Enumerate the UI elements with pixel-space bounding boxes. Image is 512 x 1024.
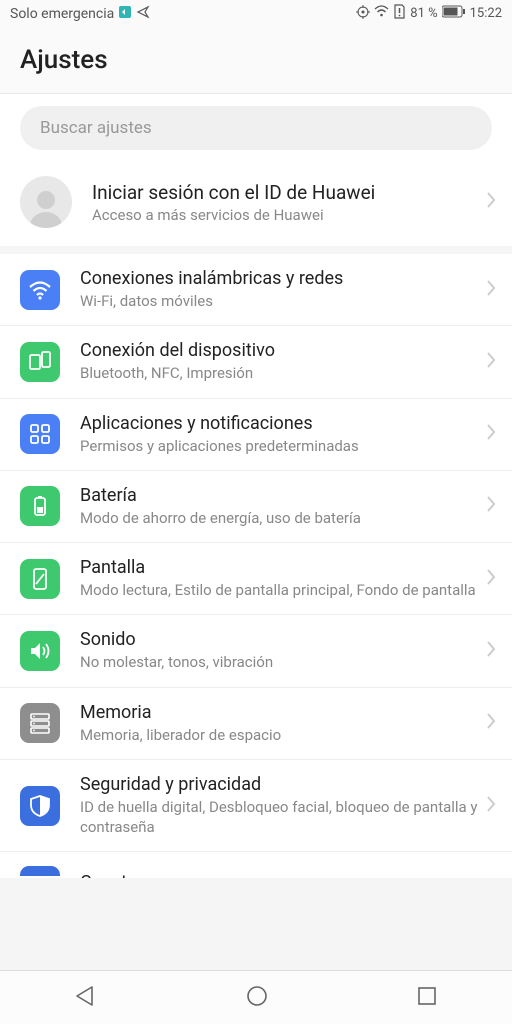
settings-item[interactable]: Seguridad y privacidadID de huella digit… bbox=[0, 760, 512, 853]
avatar bbox=[20, 176, 72, 228]
item-title: Seguridad y privacidad bbox=[80, 774, 486, 795]
settings-item-partial[interactable]: Cuentas bbox=[0, 852, 512, 878]
chevron-right-icon bbox=[486, 568, 496, 590]
item-title: Pantalla bbox=[80, 557, 486, 578]
battery-icon bbox=[20, 486, 60, 526]
status-bar: Solo emergencia 81 % 15:22 bbox=[0, 0, 512, 27]
settings-item[interactable]: Aplicaciones y notificacionesPermisos y … bbox=[0, 399, 512, 471]
apps-icon bbox=[20, 414, 60, 454]
nav-recent-button[interactable] bbox=[416, 985, 438, 1011]
settings-item[interactable]: Conexiones inalámbricas y redesWi-Fi, da… bbox=[0, 254, 512, 326]
display-icon bbox=[20, 559, 60, 599]
item-subtitle: No molestar, tonos, vibración bbox=[80, 652, 486, 672]
chevron-right-icon bbox=[486, 495, 496, 517]
status-send-icon bbox=[136, 5, 150, 23]
page-title: Ajustes bbox=[20, 45, 492, 75]
time-label: 15:22 bbox=[470, 6, 502, 21]
item-title: Batería bbox=[80, 485, 486, 506]
item-title: Cuentas bbox=[80, 872, 496, 878]
chevron-right-icon bbox=[486, 640, 496, 662]
settings-item[interactable]: BateríaModo de ahorro de energía, uso de… bbox=[0, 471, 512, 543]
item-subtitle: Memoria, liberador de espacio bbox=[80, 725, 486, 745]
item-title: Sonido bbox=[80, 629, 486, 650]
sim-alert-icon bbox=[393, 4, 406, 23]
nav-back-button[interactable] bbox=[74, 984, 98, 1012]
item-subtitle: Bluetooth, NFC, Impresión bbox=[80, 363, 486, 383]
settings-item[interactable]: MemoriaMemoria, liberador de espacio bbox=[0, 688, 512, 760]
item-title: Aplicaciones y notificaciones bbox=[80, 413, 486, 434]
carrier-label: Solo emergencia bbox=[10, 6, 114, 22]
item-subtitle: Modo de ahorro de energía, uso de baterí… bbox=[80, 508, 486, 528]
accounts-icon bbox=[20, 866, 60, 876]
battery-pct-label: 81 % bbox=[410, 6, 437, 21]
settings-item[interactable]: Conexión del dispositivoBluetooth, NFC, … bbox=[0, 326, 512, 398]
nav-home-button[interactable] bbox=[245, 984, 269, 1012]
battery-icon bbox=[442, 5, 466, 22]
item-subtitle: Permisos y aplicaciones predeterminadas bbox=[80, 436, 486, 456]
page-header: Ajustes bbox=[0, 27, 512, 93]
item-title: Memoria bbox=[80, 702, 486, 723]
chevron-right-icon bbox=[486, 712, 496, 734]
chevron-right-icon bbox=[486, 279, 496, 301]
settings-item[interactable]: SonidoNo molestar, tonos, vibración bbox=[0, 615, 512, 687]
chevron-right-icon bbox=[486, 351, 496, 373]
item-subtitle: Modo lectura, Estilo de pantalla princip… bbox=[80, 580, 486, 600]
wifi-icon bbox=[374, 4, 389, 23]
location-icon bbox=[356, 5, 370, 23]
item-subtitle: Wi-Fi, datos móviles bbox=[80, 291, 486, 311]
account-title: Iniciar sesión con el ID de Huawei bbox=[92, 181, 486, 204]
nav-bar bbox=[0, 970, 512, 1024]
device-icon bbox=[20, 342, 60, 382]
item-title: Conexiones inalámbricas y redes bbox=[80, 268, 486, 289]
account-subtitle: Acceso a más servicios de Huawei bbox=[92, 206, 486, 224]
chevron-right-icon bbox=[486, 795, 496, 817]
item-title: Conexión del dispositivo bbox=[80, 340, 486, 361]
security-icon bbox=[20, 786, 60, 826]
sound-icon bbox=[20, 631, 60, 671]
chevron-right-icon bbox=[486, 423, 496, 445]
item-subtitle: ID de huella digital, Desbloqueo facial,… bbox=[80, 797, 486, 838]
status-badge-icon bbox=[118, 5, 132, 23]
account-login-row[interactable]: Iniciar sesión con el ID de Huawei Acces… bbox=[0, 162, 512, 254]
chevron-right-icon bbox=[486, 191, 496, 213]
wifi-icon bbox=[20, 270, 60, 310]
storage-icon bbox=[20, 703, 60, 743]
settings-list: Conexiones inalámbricas y redesWi-Fi, da… bbox=[0, 254, 512, 852]
settings-item[interactable]: PantallaModo lectura, Estilo de pantalla… bbox=[0, 543, 512, 615]
search-input[interactable]: Buscar ajustes bbox=[20, 106, 492, 150]
